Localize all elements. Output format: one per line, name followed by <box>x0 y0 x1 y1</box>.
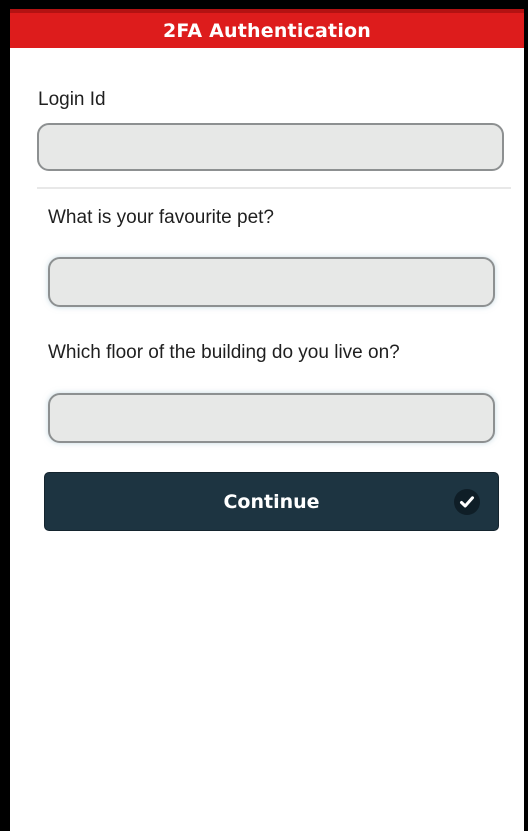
continue-button[interactable]: Continue <box>44 472 499 531</box>
check-icon <box>454 489 480 515</box>
header-bar: 2FA Authentication <box>10 9 524 48</box>
security-question-1-label: What is your favourite pet? <box>48 207 274 228</box>
security-question-2-label: Which floor of the building do you live … <box>48 342 400 363</box>
continue-button-label: Continue <box>223 490 320 513</box>
app-screen: 2FA Authentication Login Id What is your… <box>10 9 524 831</box>
login-id-input[interactable] <box>37 123 504 171</box>
login-id-label: Login Id <box>38 89 106 110</box>
section-divider <box>37 187 511 189</box>
check-icon-glyph <box>460 496 474 508</box>
security-answer-1-input[interactable] <box>48 257 495 307</box>
security-answer-2-input[interactable] <box>48 393 495 443</box>
page-title: 2FA Authentication <box>162 19 372 42</box>
